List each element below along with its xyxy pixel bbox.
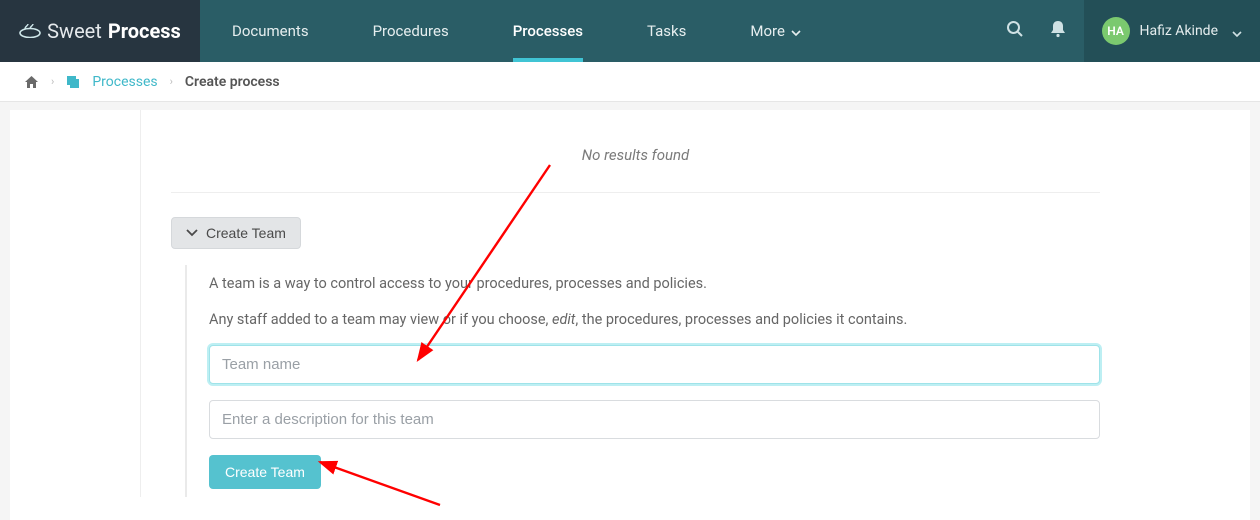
nav-procedures[interactable]: Procedures — [341, 0, 481, 62]
user-menu[interactable]: HA Hafiz Akinde — [1084, 0, 1260, 62]
breadcrumb-current: Create process — [185, 74, 280, 90]
team-desc-line2: Any staff added to a team may view or if… — [209, 309, 1100, 331]
search-icon[interactable] — [1006, 20, 1024, 42]
create-team-panel: A team is a way to control access to you… — [185, 265, 1100, 497]
chevron-down-icon — [791, 22, 801, 40]
breadcrumb-sep: › — [51, 75, 54, 88]
logo[interactable]: SweetProcess — [0, 0, 200, 62]
breadcrumb: › Processes › Create process — [0, 62, 1260, 102]
create-team-toggle[interactable]: Create Team — [171, 217, 301, 249]
breadcrumb-sep: › — [170, 75, 173, 88]
team-description-input[interactable] — [209, 400, 1100, 439]
avatar: HA — [1102, 17, 1130, 45]
home-icon[interactable] — [24, 75, 39, 89]
topbar-right — [1006, 0, 1084, 62]
chevron-down-icon — [186, 229, 198, 237]
nav-tasks[interactable]: Tasks — [615, 0, 718, 62]
logo-text-bold: Process — [108, 19, 181, 43]
chevron-down-icon — [1232, 22, 1242, 41]
main-nav: Documents Procedures Processes Tasks Mor… — [200, 0, 833, 62]
bell-icon[interactable] — [1050, 20, 1066, 42]
nav-processes[interactable]: Processes — [481, 0, 615, 62]
team-desc-line1: A team is a way to control access to you… — [209, 273, 1100, 295]
page: No results found Create Team A team is a… — [0, 110, 1260, 520]
create-team-button[interactable]: Create Team — [209, 455, 321, 489]
logo-icon — [19, 24, 41, 38]
stack-icon — [66, 75, 80, 88]
logo-text-light: Sweet — [47, 19, 102, 43]
team-name-input[interactable] — [209, 345, 1100, 384]
breadcrumb-processes[interactable]: Processes — [92, 74, 157, 90]
divider — [171, 192, 1100, 193]
no-results-text: No results found — [171, 110, 1100, 192]
nav-documents[interactable]: Documents — [200, 0, 341, 62]
user-name: Hafiz Akinde — [1140, 23, 1218, 39]
topbar: SweetProcess Documents Procedures Proces… — [0, 0, 1260, 62]
nav-more[interactable]: More — [718, 0, 833, 62]
